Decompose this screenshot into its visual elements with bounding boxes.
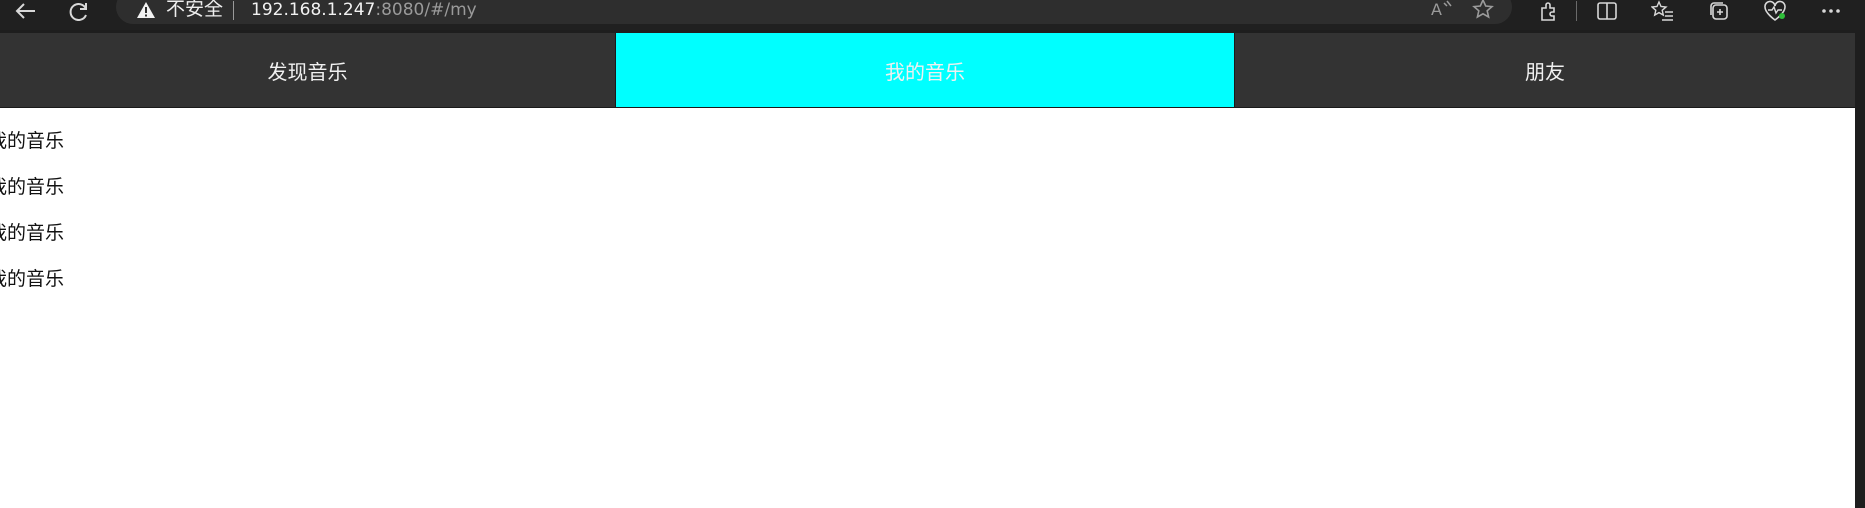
performance-icon[interactable] [1758, 0, 1792, 22]
list-item: 我的音乐 [0, 222, 65, 244]
tab-my-music[interactable]: 我的音乐 [615, 33, 1235, 108]
tab-label: 发现音乐 [267, 59, 348, 84]
tab-friends[interactable]: 朋友 [1235, 33, 1855, 108]
music-tab-nav: 发现音乐 我的音乐 朋友 [0, 33, 1855, 108]
list-item: 我的音乐 [0, 176, 65, 198]
refresh-icon[interactable] [62, 0, 96, 22]
favorites-list-icon[interactable] [1646, 0, 1680, 22]
more-icon[interactable] [1814, 0, 1848, 22]
toolbar-divider [1566, 0, 1586, 22]
browser-toolbar: 不安全 192.168.1.247:8080/#/my A [0, 0, 1865, 30]
list-item: 我的音乐 [0, 130, 65, 152]
list-item: 我的音乐 [0, 268, 65, 290]
tab-label: 朋友 [1525, 59, 1565, 84]
url-path: :8080/#/my [375, 0, 477, 20]
my-music-list: 我的音乐 我的音乐 我的音乐 我的音乐 [0, 127, 64, 311]
address-bar[interactable]: 不安全 192.168.1.247:8080/#/my A [116, 0, 1512, 24]
security-status-label[interactable]: 不安全 [166, 0, 223, 20]
read-aloud-icon[interactable]: A [1426, 0, 1460, 20]
tab-label: 我的音乐 [885, 59, 965, 84]
url-text[interactable]: 192.168.1.247:8080/#/my [251, 0, 477, 21]
address-separator [233, 1, 234, 20]
tab-discover-music[interactable]: 发现音乐 [0, 33, 615, 108]
svg-text:A: A [1431, 0, 1442, 19]
extensions-icon[interactable] [1532, 0, 1566, 22]
collections-icon[interactable] [1702, 0, 1736, 22]
viewport-right-edge [1855, 30, 1865, 508]
back-arrow-icon[interactable] [8, 0, 42, 22]
url-host: 192.168.1.247 [251, 0, 376, 20]
split-screen-icon[interactable] [1590, 0, 1624, 22]
warning-icon[interactable] [136, 1, 156, 19]
favorite-star-icon[interactable] [1466, 0, 1500, 20]
